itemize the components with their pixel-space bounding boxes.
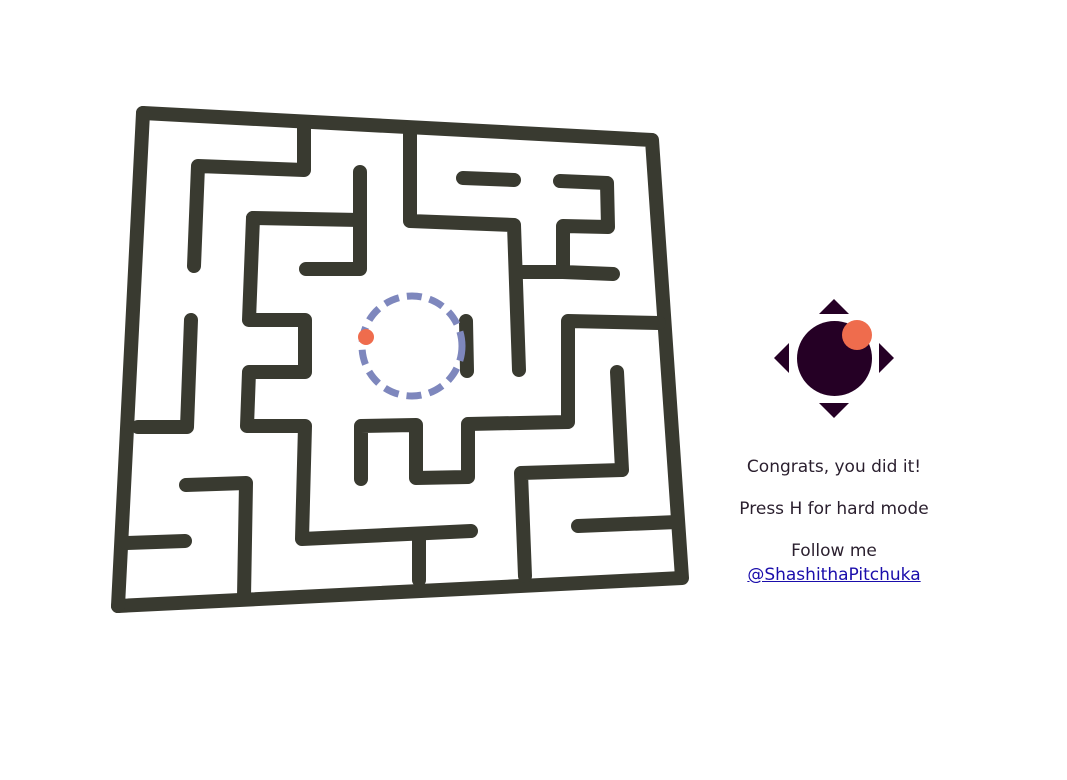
congrats-message: Congrats, you did it! [746, 457, 922, 477]
game-stage: Congrats, you did it! Press H for hard m… [0, 0, 1067, 780]
follow-label: Follow me [791, 541, 877, 561]
maze-wall-segment [553, 174, 620, 281]
goal-ring [358, 292, 466, 400]
maze-wall-segment [459, 314, 474, 378]
maze-wall-segment [131, 313, 198, 434]
maze-ball [358, 329, 374, 345]
joystick-ball-indicator [842, 320, 872, 350]
maze-board [111, 106, 689, 613]
hard-mode-hint: Press H for hard mode [739, 499, 929, 519]
author-link[interactable]: @ShashithaPitchuka [747, 565, 920, 585]
triangle-up-icon[interactable] [819, 299, 849, 314]
info-panel: Congrats, you did it! Press H for hard m… [724, 455, 944, 605]
maze-walls [111, 106, 689, 613]
maze-wall-segment [111, 106, 150, 613]
maze-wall-segment [456, 171, 521, 187]
maze-wall-segment [571, 515, 684, 533]
joystick[interactable] [773, 297, 895, 419]
maze-wall-segment [120, 534, 192, 550]
maze-wall-segment [246, 211, 367, 227]
triangle-right-icon[interactable] [879, 343, 894, 373]
follow-block: Follow me @ShashithaPitchuka [724, 539, 944, 587]
triangle-left-icon[interactable] [774, 343, 789, 373]
triangle-down-icon[interactable] [819, 403, 849, 418]
maze-wall-segment [179, 476, 253, 604]
